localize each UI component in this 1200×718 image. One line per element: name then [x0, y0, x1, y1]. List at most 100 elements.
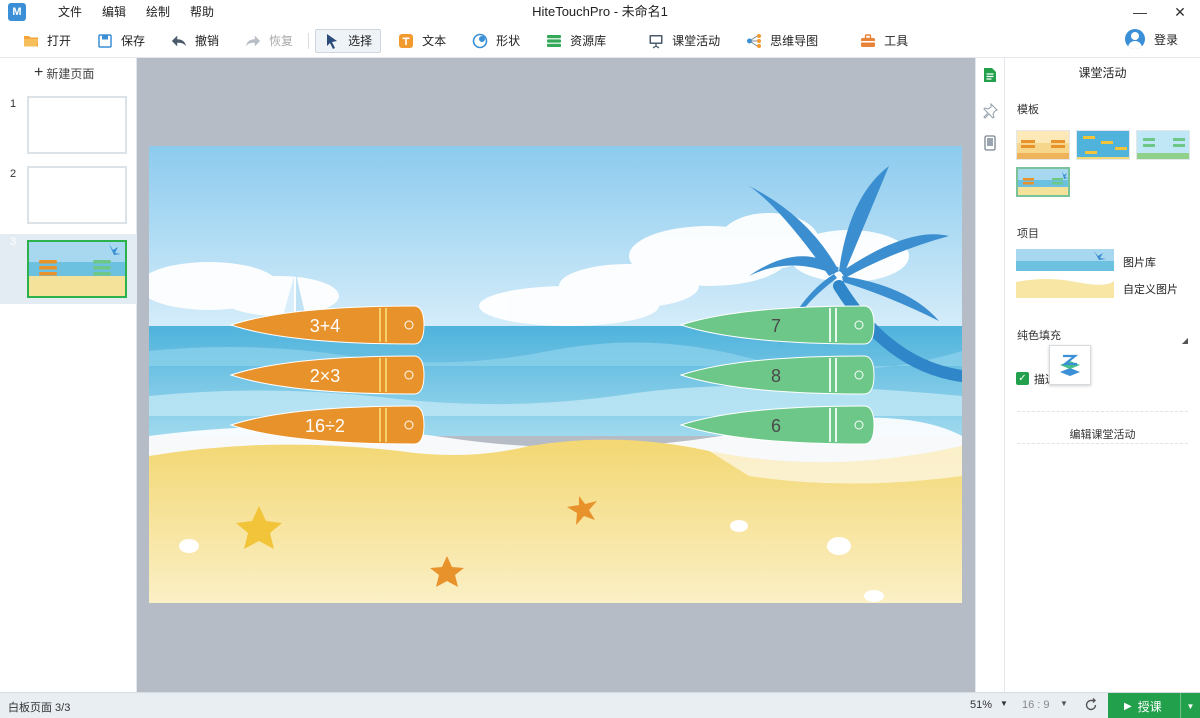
user-avatar-icon [1124, 29, 1145, 49]
board-expression: 3+4 [310, 316, 341, 336]
minimize-button[interactable]: — [1120, 0, 1160, 24]
plus-icon: + [34, 64, 44, 81]
properties-tab-strip [975, 58, 1005, 692]
left-surfboards: 3+4 2×3 16÷2 [229, 305, 425, 445]
board-answer: 6 [771, 416, 781, 436]
save-button[interactable]: 保存 [88, 29, 154, 53]
new-page-label: 新建页面 [46, 66, 95, 81]
properties-panel: 课堂活动 模板 项目 图片库 自定义图片 纯色填充 ◢ ✓ 描边 编辑课堂活动 [1005, 58, 1200, 692]
close-button[interactable]: ✕ [1160, 0, 1200, 24]
text-label: 文本 [422, 34, 447, 48]
redo-label: 恢复 [269, 34, 294, 48]
pin-icon[interactable] [976, 96, 1004, 126]
custom-image-link[interactable]: 自定义图片 [1123, 281, 1178, 297]
status-bar: 白板页面 3/3 51% ▼ 16 : 9 ▼ ▶ 授课 ▼ [0, 692, 1200, 718]
cursor-arrow-icon [324, 33, 340, 49]
menu-draw[interactable]: 绘制 [136, 0, 180, 24]
page-preview [27, 240, 127, 298]
page-number: 2 [10, 168, 17, 180]
panel-divider [1017, 411, 1188, 412]
page-number: 3 [10, 236, 17, 248]
template-thumbnail-2[interactable] [1076, 130, 1130, 160]
presentation-board-icon [648, 33, 664, 49]
save-icon [97, 33, 113, 49]
zoom-level[interactable]: 51% [970, 699, 992, 711]
menu-bar: 文件 编辑 绘制 帮助 [48, 0, 224, 24]
image-library-link[interactable]: 图片库 [1123, 254, 1156, 270]
menu-edit[interactable]: 编辑 [92, 0, 136, 24]
select-label: 选择 [348, 34, 373, 48]
board-answer: 8 [771, 366, 781, 386]
menu-file[interactable]: 文件 [48, 0, 92, 24]
beach-scene: 3+4 2×3 16÷2 7 8 6 [149, 146, 962, 603]
template-thumbnail-1[interactable] [1016, 130, 1070, 160]
start-dropdown-icon[interactable]: ▼ [1180, 693, 1200, 718]
text-button[interactable]: 文本 [389, 29, 455, 53]
mindmap-label: 思维导图 [770, 34, 819, 48]
save-label: 保存 [121, 34, 146, 48]
activity-document-icon[interactable] [976, 60, 1004, 90]
main-toolbar: 打开 保存 撤销 恢复 选择 文本 形状 资源库 课堂活动 思维导图 工具 登录 [0, 24, 1200, 58]
template-label: 模板 [1017, 104, 1039, 116]
menu-help[interactable]: 帮助 [180, 0, 224, 24]
toolbox-icon [860, 33, 876, 49]
edit-activity-button[interactable]: 编辑课堂活动 [1005, 426, 1200, 442]
toolbar-separator [308, 32, 310, 49]
open-button[interactable]: 打开 [14, 29, 80, 53]
solid-fill-label: 纯色填充 [1017, 330, 1061, 342]
login-button[interactable]: 登录 [1124, 29, 1178, 49]
expand-arrow-icon[interactable]: ◢ [1182, 336, 1188, 345]
page-number: 1 [10, 98, 17, 110]
shape-button[interactable]: 形状 [463, 29, 529, 53]
app-logo-icon: M [8, 3, 26, 21]
folder-icon [23, 33, 39, 49]
window-controls: — ✕ [1120, 0, 1200, 24]
aspect-ratio[interactable]: 16 : 9 [1022, 699, 1050, 711]
tools-button[interactable]: 工具 [851, 29, 917, 53]
stacked-layers-icon [1060, 354, 1080, 376]
template-thumbnail-4[interactable] [1016, 167, 1070, 197]
tools-label: 工具 [884, 34, 909, 48]
item-image-preview-sea[interactable] [1016, 249, 1114, 271]
page-thumbnail-3[interactable]: 3 [0, 234, 137, 304]
refresh-icon[interactable] [1084, 698, 1098, 712]
page-thumbnail-1[interactable]: 1 [0, 96, 137, 162]
start-class-control: ▶ 授课 ▼ [1108, 693, 1200, 718]
resource-library-icon [546, 33, 562, 49]
select-button[interactable]: 选择 [315, 28, 382, 53]
mindmap-button[interactable]: 思维导图 [737, 29, 827, 53]
mindmap-icon [746, 33, 762, 49]
board-answer: 7 [771, 316, 781, 336]
item-image-preview-sand[interactable] [1016, 276, 1114, 298]
start-class-label: 授课 [1137, 699, 1162, 714]
classroom-activity-label: 课堂活动 [672, 34, 721, 48]
undo-icon [171, 33, 187, 49]
ratio-dropdown-icon[interactable]: ▼ [1060, 699, 1068, 708]
panel-title: 课堂活动 [1078, 66, 1127, 80]
redo-icon [245, 33, 261, 49]
start-class-button[interactable]: ▶ 授课 [1108, 693, 1180, 718]
slide-canvas[interactable]: 3+4 2×3 16÷2 7 8 6 [149, 146, 962, 603]
title-bar: M 文件 编辑 绘制 帮助 HiteTouchPro - 未命名1 — ✕ [0, 0, 1200, 24]
login-label: 登录 [1153, 32, 1178, 47]
page-info: 白板页面 3/3 [8, 702, 71, 714]
canvas-area: 3+4 2×3 16÷2 7 8 6 [137, 58, 975, 692]
resources-button[interactable]: 资源库 [537, 29, 615, 53]
shape-icon [472, 33, 488, 49]
new-page-button[interactable]: + 新建页面 [0, 58, 136, 88]
text-icon [398, 33, 414, 49]
zoom-dropdown-icon[interactable]: ▼ [1000, 699, 1008, 708]
page-preview [27, 166, 127, 224]
resources-label: 资源库 [570, 34, 607, 48]
floating-app-popup[interactable] [1049, 345, 1091, 385]
page-thumbnail-2[interactable]: 2 [0, 166, 137, 232]
classroom-activity-button[interactable]: 课堂活动 [639, 29, 729, 53]
board-expression: 16÷2 [305, 416, 345, 436]
shape-label: 形状 [496, 34, 521, 48]
redo-button[interactable]: 恢复 [236, 29, 302, 53]
template-thumbnail-3[interactable] [1136, 130, 1190, 160]
undo-button[interactable]: 撤销 [162, 29, 228, 53]
open-label: 打开 [47, 34, 72, 48]
stroke-checkbox[interactable]: ✓ [1016, 372, 1029, 385]
tablet-icon[interactable] [976, 128, 1004, 158]
